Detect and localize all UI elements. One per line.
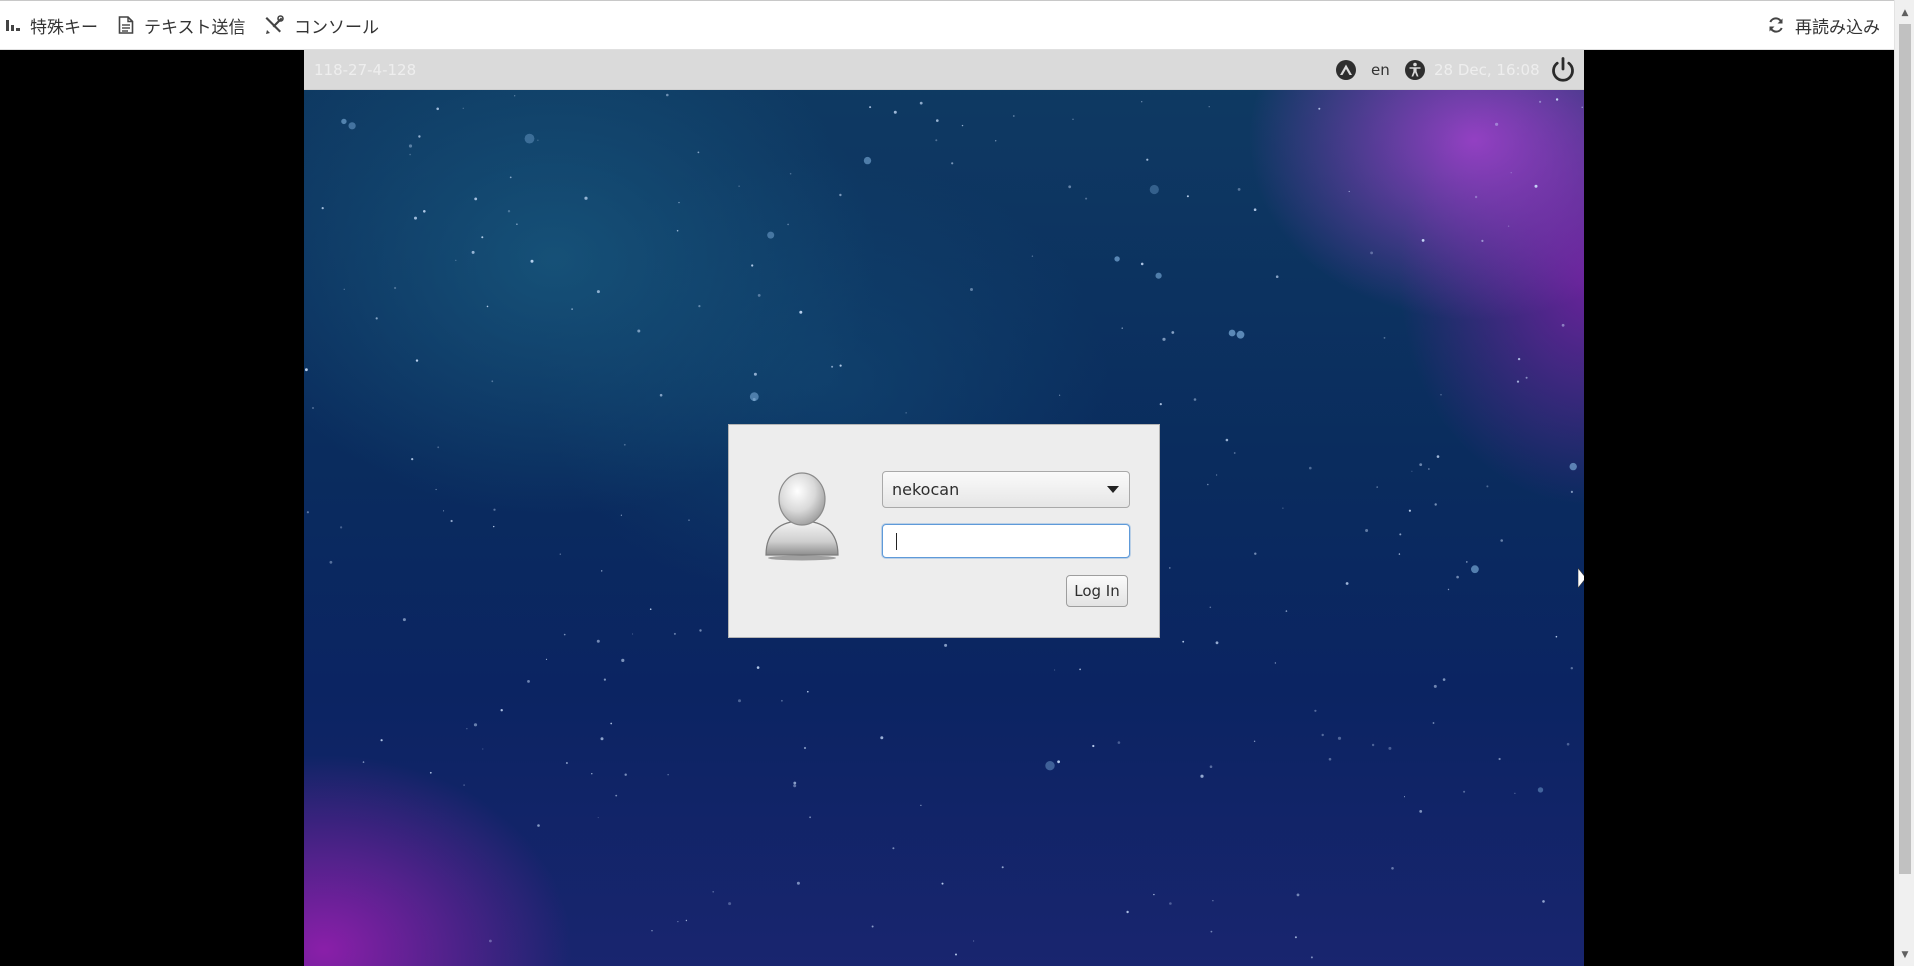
selected-user-label: nekocan xyxy=(892,480,960,499)
user-avatar-icon xyxy=(765,472,839,561)
special-keys-label: 特殊キー xyxy=(30,17,98,38)
login-dialog: nekocan Log In xyxy=(728,424,1160,638)
viewer-toolbar: 特殊キー テキスト送信 コンソール 再読み込み xyxy=(0,0,1914,50)
language-indicator[interactable]: en xyxy=(1371,50,1390,90)
reload-button[interactable]: 再読み込み xyxy=(1767,1,1880,49)
power-icon[interactable] xyxy=(1548,55,1578,85)
send-text-label: テキスト送信 xyxy=(144,17,246,38)
page-scrollbar[interactable]: ▲ ▼ xyxy=(1894,0,1914,966)
special-keys-button[interactable]: 特殊キー xyxy=(6,1,98,49)
user-select-dropdown[interactable]: nekocan xyxy=(882,471,1130,508)
reload-label: 再読み込み xyxy=(1795,17,1880,38)
refresh-icon xyxy=(1769,17,1783,33)
keyboard-layout-icon[interactable] xyxy=(1335,59,1357,81)
send-text-button[interactable]: テキスト送信 xyxy=(118,1,246,49)
scroll-down-arrow-icon[interactable]: ▼ xyxy=(1895,946,1914,964)
scroll-thumb[interactable] xyxy=(1899,24,1911,874)
chevron-down-icon xyxy=(1107,486,1119,493)
login-button[interactable]: Log In xyxy=(1066,575,1128,607)
accessibility-icon[interactable] xyxy=(1404,59,1426,81)
mouse-pointer-icon xyxy=(1578,568,1584,588)
console-label: コンソール xyxy=(294,17,379,38)
scroll-up-arrow-icon[interactable]: ▲ xyxy=(1895,4,1914,22)
console-button[interactable]: コンソール xyxy=(264,1,379,49)
special-keys-icon xyxy=(6,20,20,31)
tools-icon xyxy=(265,15,284,34)
password-field[interactable] xyxy=(882,524,1130,558)
text-caret xyxy=(896,533,897,550)
remote-desktop-screen[interactable]: 118-27-4-128 en 28 Dec, 16:08 nekocan Lo… xyxy=(304,50,1584,966)
clock-label: 28 Dec, 16:08 xyxy=(1434,61,1540,79)
greeter-top-panel: 118-27-4-128 en 28 Dec, 16:08 xyxy=(304,50,1584,90)
document-icon xyxy=(118,16,134,34)
hostname-label: 118-27-4-128 xyxy=(314,61,417,79)
